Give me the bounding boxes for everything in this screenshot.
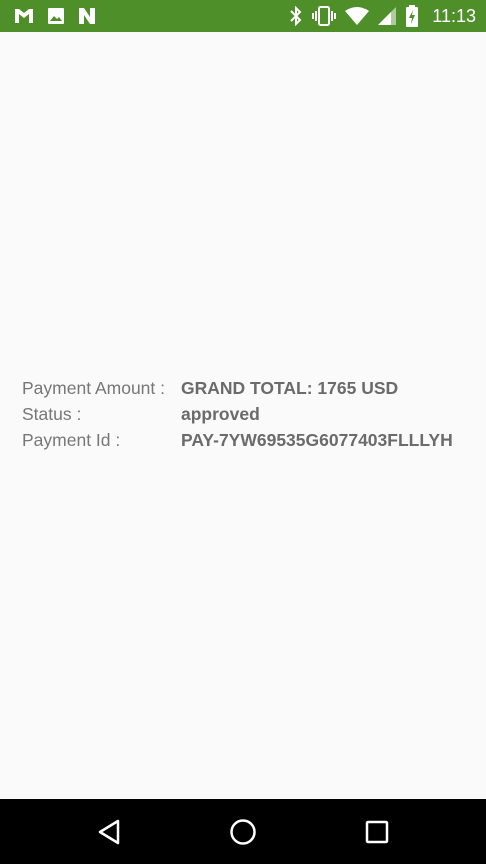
payment-id-label: Payment Id : (22, 430, 121, 450)
system-icons: 11:13 (289, 0, 476, 32)
image-icon (47, 7, 65, 25)
screen: 11:13 Payment Amount : GRAND TOTAL: 1765… (0, 0, 486, 864)
back-icon (97, 819, 121, 845)
payment-id-value: PAY-7YW69535G6077403FLLLYH (181, 430, 453, 450)
status-row: Status : approved (22, 404, 482, 430)
navigation-bar (0, 799, 486, 864)
wifi-icon (345, 7, 370, 25)
notification-icons (14, 6, 96, 26)
status-label: Status : (22, 404, 82, 424)
back-button[interactable] (94, 817, 124, 847)
status-value: approved (181, 404, 260, 424)
status-bar: 11:13 (0, 0, 486, 32)
battery-charging-icon (405, 5, 419, 27)
payment-details: Payment Amount : GRAND TOTAL: 1765 USD S… (22, 378, 482, 456)
payment-amount-value: GRAND TOTAL: 1765 USD (181, 378, 399, 398)
payment-amount-row: Payment Amount : GRAND TOTAL: 1765 USD (22, 378, 482, 404)
clock: 11:13 (432, 5, 476, 26)
payment-id-row: Payment Id : PAY-7YW69535G6077403FLLLYH (22, 430, 482, 456)
bluetooth-icon (289, 6, 303, 26)
cell-signal-icon (378, 7, 397, 25)
recents-icon (365, 820, 389, 844)
n-app-icon (78, 7, 96, 25)
recents-button[interactable] (362, 817, 392, 847)
payment-amount-label: Payment Amount : (22, 378, 165, 398)
vibrate-icon (312, 6, 337, 26)
home-button[interactable] (228, 817, 258, 847)
home-icon (229, 818, 257, 846)
gmail-icon (14, 8, 34, 24)
